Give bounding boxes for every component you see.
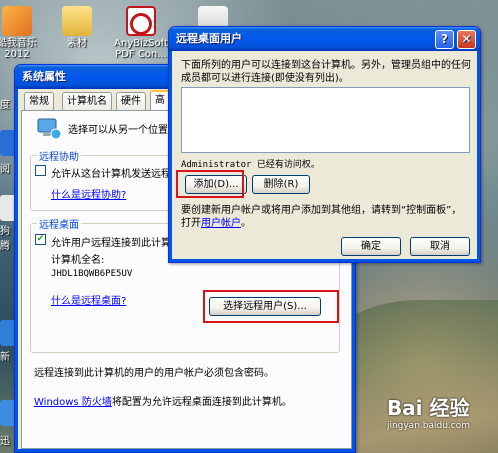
dialog-body: 下面所列的用户可以连接到这台计算机。另外，管理员组中的任何 成员都可以进行连接(… <box>169 51 480 262</box>
desktop-icon-folder[interactable]: 素材 <box>42 6 112 49</box>
remote-assistance-label: 远程协助 <box>37 148 81 163</box>
dialog-description-line2: 成员都可以进行连接(即使没有列出)。 <box>181 73 349 84</box>
tab-advanced[interactable]: 高 <box>150 90 170 111</box>
computer-name-label: 计算机全名: <box>51 255 105 266</box>
remote-intro-text: 选择可以从另一个位置使 <box>68 125 178 136</box>
what-is-remote-assistance-link[interactable]: 什么是远程协助? <box>51 186 126 201</box>
user-accounts-link[interactable]: 用户帐户 <box>201 218 241 229</box>
highlight-box <box>176 170 244 198</box>
desktop-icon-label: AnyBizSoft PDF Con... <box>114 38 168 60</box>
remote-assistance-checkbox[interactable] <box>35 165 46 176</box>
dialog-title: 远程桌面用户 <box>176 32 242 45</box>
windows-firewall-link[interactable]: Windows 防火墙 <box>34 397 112 408</box>
ok-button[interactable]: 确定 <box>341 237 401 256</box>
desktop-icon-label: 素材 <box>67 38 87 49</box>
close-icon[interactable]: ✕ <box>457 30 476 49</box>
remote-assistance-checkbox-label[interactable]: 允许从这台计算机发送远程 <box>51 165 171 180</box>
info-prefix: 打开 <box>181 218 201 229</box>
dialog-title-bar[interactable]: 远程桌面用户 ? ✕ <box>169 27 480 51</box>
remove-user-button[interactable]: 删除(R) <box>252 175 310 194</box>
remote-desktop-users-dialog: 远程桌面用户 ? ✕ 下面所列的用户可以连接到这台计算机。另外，管理员组中的任何… <box>168 26 481 263</box>
tab-computer-name[interactable]: 计算机名 <box>62 92 112 110</box>
cancel-button[interactable]: 取消 <box>410 237 470 256</box>
computer-name-value: JHDL1BQWB6PE5UV <box>51 269 133 279</box>
music-app-icon <box>2 6 32 36</box>
what-is-remote-desktop-link[interactable]: 什么是远程桌面? <box>51 292 126 307</box>
tab-general[interactable]: 常规 <box>24 92 54 110</box>
watermark-url: jingyan.baidu.com <box>386 421 470 431</box>
remote-desktop-label: 远程桌面 <box>37 216 81 231</box>
info-suffix: 。 <box>241 218 251 229</box>
firewall-line: Windows 防火墙将配置为允许远程桌面连接到此计算机。 <box>34 393 292 408</box>
monitor-icon <box>37 118 62 140</box>
remote-users-list[interactable] <box>181 87 470 153</box>
folder-icon <box>62 6 92 36</box>
pdf-converter-icon <box>126 6 156 36</box>
remote-desktop-checkbox-label[interactable]: 允许用户远程连接到此计算 <box>51 234 171 249</box>
baidu-watermark: Bai 经验 jingyan.baidu.com <box>387 392 470 431</box>
help-icon[interactable]: ? <box>435 30 454 49</box>
desktop-icon-pdf[interactable]: AnyBizSoft PDF Con... <box>106 6 176 60</box>
window-title: 系统属性 <box>22 70 66 83</box>
watermark-logo: Bai 经验 <box>386 396 470 420</box>
password-note: 远程连接到此计算机的用户的用户帐户必须包含密码。 <box>34 368 274 379</box>
highlight-box <box>203 290 339 323</box>
access-note: Administrator 已经有访问权。 <box>181 160 320 170</box>
remote-desktop-checkbox[interactable]: ✔ <box>35 234 46 245</box>
tab-hardware[interactable]: 硬件 <box>116 92 146 110</box>
firewall-text: 将配置为允许远程桌面连接到此计算机。 <box>111 397 292 408</box>
info-line2: 打开用户帐户。 <box>181 214 251 229</box>
